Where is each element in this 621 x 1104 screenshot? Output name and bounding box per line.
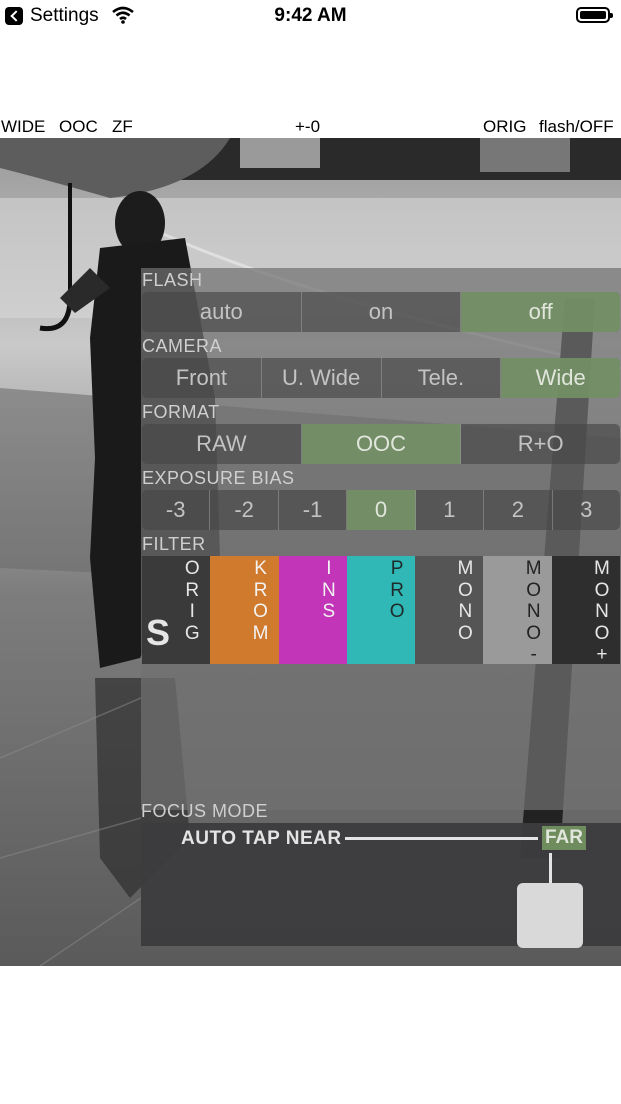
settings-panel: FLASH auto on off CAMERA Front U. Wide Tele.… (141, 268, 621, 810)
exposure-option-1[interactable]: -2 (210, 490, 279, 530)
filter-option-2[interactable]: INS (278, 556, 347, 664)
flash-option-0[interactable]: auto (142, 292, 302, 332)
battery-icon (576, 7, 613, 23)
filter-picker: ORIG S KROM INS PRO MONO MONO- MONO+ (142, 556, 620, 665)
filter-option-3[interactable]: PRO (346, 556, 416, 664)
camera-title: CAMERA (142, 336, 223, 356)
filter-option-label: ORIG (184, 558, 200, 644)
filter-badge: S (146, 612, 171, 653)
focus-slider-track (345, 837, 538, 840)
exposure-option-6[interactable]: 3 (553, 490, 620, 530)
filter-option-1[interactable]: KROM (210, 556, 279, 664)
zoom-button[interactable]: ZF (112, 117, 133, 137)
filter-option-label: KROM (252, 558, 269, 644)
filter-option-label: INS (321, 558, 336, 622)
camera-option-3[interactable]: Wide (501, 358, 620, 398)
camera-toolbar: WIDE OOC ZF +-0 ORIG flash/OFF (0, 117, 621, 139)
format-option-1[interactable]: OOC (301, 424, 462, 464)
filter-option-label: PRO (389, 558, 405, 622)
flash-title: FLASH (142, 270, 203, 290)
format-segmented-control: RAW OOC R+O (142, 424, 620, 464)
filter-option-4[interactable]: MONO (415, 556, 484, 664)
filter-title: FILTER (142, 534, 206, 554)
lens-button[interactable]: WIDE (1, 117, 45, 137)
focus-slider-stem (549, 853, 552, 884)
flash-option-2[interactable]: off (461, 292, 620, 332)
exposure-option-3[interactable]: 0 (347, 490, 416, 530)
exposure-option-0[interactable]: -3 (142, 490, 211, 530)
filter-option-0[interactable]: ORIG S (142, 556, 211, 664)
exposure-title: EXPOSURE BIAS (142, 468, 295, 488)
format-button[interactable]: OOC (59, 117, 98, 137)
exposure-option-5[interactable]: 2 (484, 490, 553, 530)
format-option-2[interactable]: R+O (461, 424, 620, 464)
camera-segmented-control: Front U. Wide Tele. Wide (142, 358, 620, 398)
camera-option-1[interactable]: U. Wide (262, 358, 382, 398)
exposure-segmented-control: -3 -2 -1 0 1 2 3 (142, 490, 620, 530)
filter-button[interactable]: ORIG (483, 117, 526, 137)
flash-option-1[interactable]: on (302, 292, 462, 332)
focus-mode-control[interactable]: AUTO TAP NEAR FAR (141, 823, 621, 948)
camera-option-2[interactable]: Tele. (382, 358, 502, 398)
flash-segmented-control: auto on off (142, 292, 620, 332)
exposure-option-4[interactable]: 1 (416, 490, 485, 530)
focus-mode-labels: AUTO TAP NEAR (181, 828, 342, 849)
filter-option-label: MONO (457, 558, 474, 644)
exposure-button[interactable]: +-0 (295, 117, 320, 137)
filter-option-5[interactable]: MONO- (483, 556, 552, 665)
flash-button[interactable]: flash/OFF (539, 117, 614, 137)
camera-option-0[interactable]: Front (142, 358, 262, 398)
format-option-0[interactable]: RAW (142, 424, 302, 464)
clock: 9:42 AM (274, 5, 347, 26)
filter-option-label: MONO+ (594, 558, 610, 665)
focus-far-option[interactable]: FAR (542, 826, 586, 850)
exposure-option-2[interactable]: -1 (279, 490, 348, 530)
filter-option-label: MONO- (525, 558, 542, 665)
status-bar: Settings 9:42 AM (0, 0, 621, 34)
format-title: FORMAT (142, 402, 220, 422)
filter-option-6[interactable]: MONO+ (551, 556, 620, 665)
focus-slider-knob[interactable] (517, 883, 583, 948)
focus-mode-title: FOCUS MODE (141, 801, 269, 821)
